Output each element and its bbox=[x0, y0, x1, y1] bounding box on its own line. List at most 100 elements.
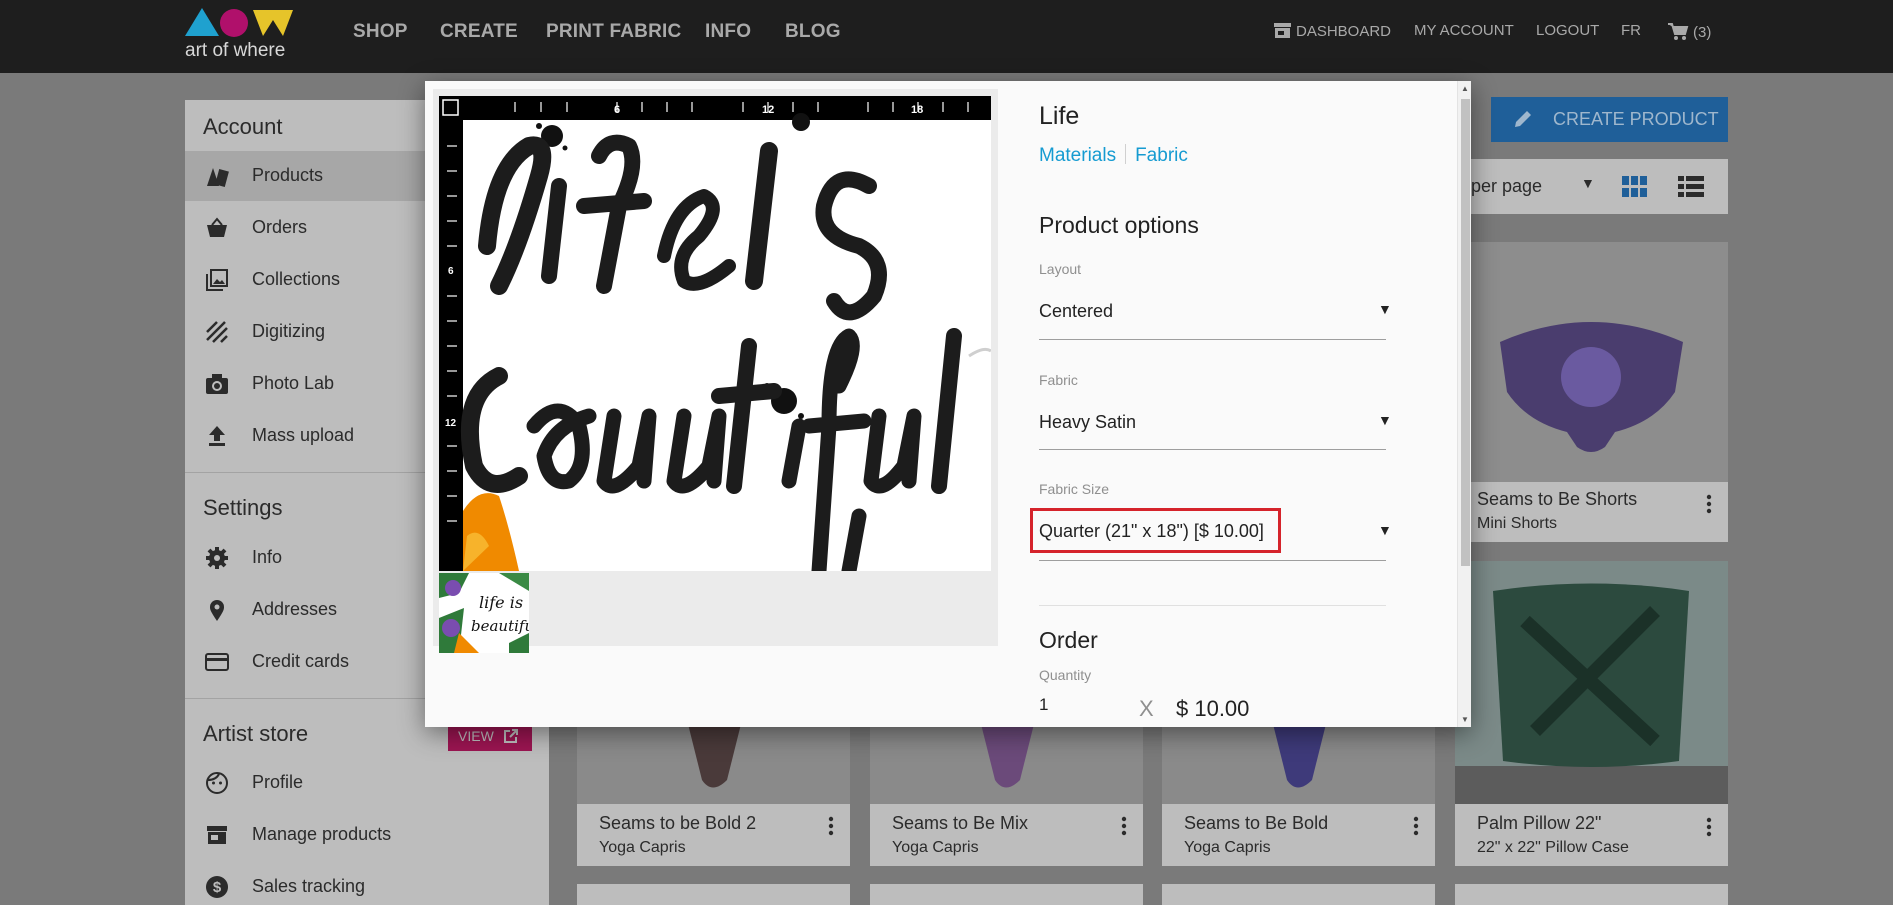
sidebar-item-label: Sales tracking bbox=[252, 876, 366, 896]
chevron-down-icon: ▼ bbox=[1378, 412, 1392, 428]
sidebar-item-label: Manage products bbox=[252, 824, 392, 844]
nav-info[interactable]: INFO bbox=[705, 21, 751, 43]
unit-price: $ 10.00 bbox=[1176, 696, 1250, 721]
sidebar-item-label: Digitizing bbox=[252, 321, 326, 341]
scroll-down-icon[interactable]: ▼ bbox=[1461, 715, 1469, 724]
collections-icon bbox=[206, 269, 228, 291]
nav-create[interactable]: CREATE bbox=[440, 21, 518, 43]
product-card[interactable]: Seams to be Bold 2 Yoga Capris bbox=[577, 720, 850, 866]
product-card[interactable] bbox=[577, 884, 850, 905]
nav-print-fabric[interactable]: PRINT FABRIC bbox=[546, 21, 681, 43]
create-product-button[interactable]: CREATE PRODUCT bbox=[1491, 97, 1728, 142]
product-image bbox=[577, 720, 850, 804]
order-heading: Order bbox=[1039, 627, 1098, 653]
field-underline bbox=[1039, 560, 1386, 561]
per-page-select[interactable]: per page bbox=[1471, 176, 1542, 197]
fabric-canvas[interactable]: 6 12 18 6 12 bbox=[439, 96, 991, 571]
more-vert-icon[interactable] bbox=[1706, 494, 1712, 514]
pencil-icon bbox=[1515, 111, 1531, 127]
svg-text:life is: life is bbox=[479, 593, 523, 612]
dashboard-label: DASHBOARD bbox=[1296, 23, 1392, 40]
nav-blog[interactable]: BLOG bbox=[785, 21, 841, 43]
product-card[interactable] bbox=[870, 884, 1143, 905]
product-card[interactable] bbox=[1455, 884, 1728, 905]
fabric-size-label: Fabric Size bbox=[1039, 481, 1110, 497]
my-account-link[interactable]: MY ACCOUNT bbox=[1414, 22, 1514, 39]
product-card[interactable]: Palm Pillow 22" 22" x 22" Pillow Case bbox=[1455, 561, 1728, 866]
svg-text:beautiful: beautiful bbox=[471, 617, 529, 635]
design-artwork: 6 12 18 6 12 bbox=[439, 96, 991, 571]
location-icon bbox=[210, 600, 224, 621]
create-product-label: CREATE PRODUCT bbox=[1553, 109, 1719, 129]
sidebar-item-label: Addresses bbox=[252, 599, 338, 619]
product-card[interactable]: Seams to Be Bold Yoga Capris bbox=[1162, 720, 1435, 866]
design-thumbnail[interactable]: life is beautiful bbox=[439, 573, 529, 653]
ruler-mark: 6 bbox=[614, 104, 620, 116]
product-image bbox=[1455, 242, 1728, 482]
product-options-heading: Product options bbox=[1039, 212, 1199, 238]
scroll-up-icon[interactable]: ▲ bbox=[1461, 84, 1469, 93]
sidebar-item-label: Photo Lab bbox=[252, 373, 335, 393]
logout-link[interactable]: LOGOUT bbox=[1536, 22, 1599, 39]
product-title: Seams to be Bold 2 bbox=[599, 813, 757, 833]
face-icon bbox=[206, 772, 228, 794]
language-link[interactable]: FR bbox=[1621, 22, 1641, 39]
layout-label: Layout bbox=[1039, 261, 1082, 277]
fabric-label: Fabric bbox=[1039, 372, 1078, 388]
more-vert-icon[interactable] bbox=[1706, 817, 1712, 837]
art-of-where-logo[interactable]: art of where bbox=[185, 4, 295, 64]
sidebar-item-sales-tracking[interactable]: $ Sales tracking bbox=[185, 862, 549, 905]
settings-heading: Settings bbox=[203, 495, 283, 520]
quantity-input[interactable]: 1 bbox=[1039, 695, 1048, 715]
materials-link[interactable]: Materials bbox=[1039, 145, 1116, 166]
fabric-value: Heavy Satin bbox=[1039, 412, 1137, 432]
product-card[interactable]: Seams to Be Shorts Mini Shorts bbox=[1455, 242, 1728, 542]
product-links: Materials Fabric bbox=[1039, 144, 1188, 167]
product-image-art bbox=[1500, 322, 1683, 452]
sidebar-item-manage-products[interactable]: Manage products bbox=[185, 810, 549, 860]
ruler-mark: 6 bbox=[448, 266, 454, 277]
ruler-mark: 12 bbox=[445, 418, 457, 429]
dashboard-link[interactable]: DASHBOARD bbox=[1273, 22, 1391, 40]
product-subtitle: 22" x 22" Pillow Case bbox=[1477, 839, 1629, 856]
cart-count: (3) bbox=[1693, 24, 1712, 41]
nav-shop[interactable]: SHOP bbox=[353, 21, 408, 43]
sidebar-item-label: Mass upload bbox=[252, 425, 355, 445]
fabric-link[interactable]: Fabric bbox=[1135, 145, 1188, 166]
sidebar-item-profile[interactable]: Profile bbox=[185, 758, 549, 808]
sidebar-item-label: Profile bbox=[252, 772, 304, 792]
product-title: Seams to Be Mix bbox=[892, 813, 1029, 833]
chevron-down-icon: ▼ bbox=[1581, 175, 1595, 191]
field-underline bbox=[1039, 449, 1386, 450]
product-card[interactable] bbox=[1162, 884, 1435, 905]
product-image bbox=[1162, 720, 1435, 804]
list-view-icon[interactable] bbox=[1678, 176, 1704, 198]
more-vert-icon[interactable] bbox=[1121, 816, 1127, 836]
product-title: Seams to Be Bold bbox=[1184, 813, 1329, 833]
logo-shapes-icon bbox=[185, 8, 293, 37]
modal-scrollbar[interactable]: ▲ ▼ bbox=[1457, 81, 1471, 727]
chevron-down-icon: ▼ bbox=[1378, 301, 1392, 317]
artist-store-heading: Artist store bbox=[203, 721, 309, 746]
more-vert-icon[interactable] bbox=[1413, 816, 1419, 836]
quantity-label: Quantity bbox=[1039, 667, 1092, 683]
fabric-size-value: Quarter (21" x 18") [$ 10.00] bbox=[1039, 521, 1264, 541]
cart-icon bbox=[1668, 23, 1689, 40]
product-subtitle: Yoga Capris bbox=[1184, 839, 1271, 856]
grid-view-icon[interactable] bbox=[1622, 176, 1648, 198]
product-card[interactable]: Seams to Be Mix Yoga Capris bbox=[870, 720, 1143, 866]
gear-icon bbox=[206, 547, 228, 569]
cart-link[interactable]: (3) bbox=[1667, 22, 1711, 41]
product-image bbox=[870, 720, 1143, 804]
store-icon bbox=[207, 826, 227, 844]
multiply-sign: X bbox=[1139, 696, 1154, 721]
camera-icon bbox=[206, 374, 228, 394]
external-link-icon bbox=[503, 729, 518, 743]
product-subtitle: Yoga Capris bbox=[892, 839, 979, 856]
scrollbar-thumb[interactable] bbox=[1461, 99, 1470, 566]
more-vert-icon[interactable] bbox=[828, 816, 834, 836]
product-image bbox=[1455, 561, 1728, 804]
credit-card-icon bbox=[205, 653, 229, 671]
ruler-mark: 12 bbox=[762, 104, 774, 116]
product-image-art bbox=[1272, 720, 1327, 788]
